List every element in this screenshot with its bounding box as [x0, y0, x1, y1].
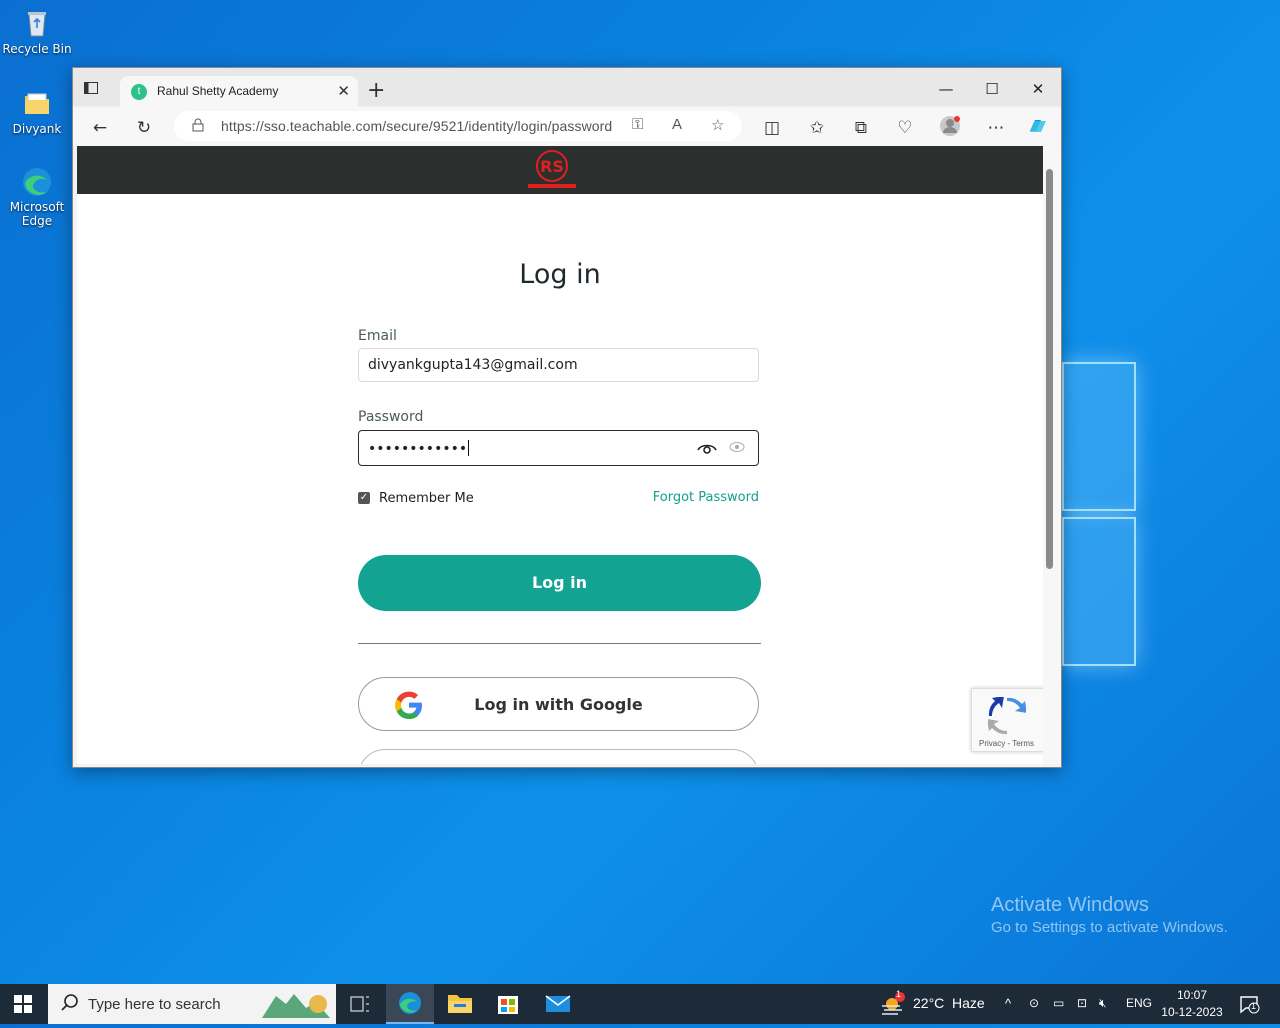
network-icon[interactable]: ⊡	[1077, 996, 1087, 1010]
taskbar-edge-icon[interactable]	[386, 984, 434, 1024]
maximize-icon[interactable]: ☐	[969, 74, 1015, 104]
browser-window: t Rahul Shetty Academy ✕ + — ☐ ✕ ← ↻ htt…	[72, 67, 1062, 768]
email-value: divyankgupta143@gmail.com	[368, 357, 578, 373]
tab-title: Rahul Shetty Academy	[157, 84, 279, 98]
forgot-password-link[interactable]: Forgot Password	[637, 490, 759, 505]
windows-wallpaper-logo	[1062, 362, 1136, 666]
mail-icon[interactable]	[534, 984, 582, 1024]
weather-condition[interactable]: Haze	[952, 995, 985, 1011]
recycle-bin-icon	[21, 8, 53, 40]
scrollbar-thumb[interactable]	[1046, 169, 1053, 569]
battery-icon[interactable]: ▭	[1053, 996, 1064, 1010]
password-value-wrap: ••••••••••••	[368, 440, 470, 457]
more-options-icon[interactable]: ⋯	[983, 115, 1009, 141]
desktop-icon-recycle-bin[interactable]: Recycle Bin	[2, 8, 72, 56]
page-viewport: RS Log in Email divyankgupta143@gmail.co…	[77, 146, 1043, 764]
address-bar[interactable]: https://sso.teachable.com/secure/9521/id…	[174, 111, 742, 141]
search-highlight-icon	[258, 988, 334, 1026]
password-field[interactable]: ••••••••••••	[358, 430, 759, 466]
browser-essentials-icon[interactable]: ♡	[892, 115, 918, 141]
close-window-icon[interactable]: ✕	[1015, 74, 1061, 104]
alternate-login-button[interactable]	[358, 749, 759, 764]
email-label: Email	[358, 328, 397, 344]
recaptcha-logo-icon	[987, 696, 1027, 737]
desktop-icon-divyank[interactable]: Divyank	[2, 88, 72, 136]
browser-tab-active[interactable]: t Rahul Shetty Academy ✕	[120, 76, 358, 108]
desktop-icon-label: Microsoft Edge	[9, 200, 65, 228]
password-manager-eye-icon[interactable]	[697, 439, 717, 461]
language-indicator[interactable]: ENG	[1126, 996, 1152, 1010]
google-login-button[interactable]: Log in with Google	[358, 677, 759, 731]
taskbar: Type here to search 1 22°C Haze ^ ⊙ ▭ ⊡ …	[0, 984, 1280, 1024]
browser-toolbar: ← ↻ https://sso.teachable.com/secure/952…	[73, 108, 1061, 146]
email-field[interactable]: divyankgupta143@gmail.com	[358, 348, 759, 382]
collections-icon[interactable]: ⧉	[848, 115, 874, 141]
search-placeholder: Type here to search	[88, 996, 221, 1013]
password-key-icon[interactable]: ⚿	[632, 116, 643, 133]
google-logo-icon	[393, 689, 425, 721]
desktop-icon-label: Recycle Bin	[2, 42, 72, 56]
notification-count: 1	[1251, 1001, 1257, 1011]
watermark-title: Activate Windows	[991, 894, 1149, 916]
recaptcha-privacy-link[interactable]: Privacy	[979, 739, 1005, 748]
site-header: RS	[77, 146, 1043, 194]
folder-icon	[21, 88, 53, 120]
rahul-shetty-logo[interactable]: RS	[526, 148, 578, 192]
page-title: Log in	[519, 259, 601, 290]
clock-date: 10-12-2023	[1161, 1005, 1223, 1019]
minimize-icon[interactable]: —	[923, 74, 969, 104]
login-button[interactable]: Log in	[358, 555, 761, 611]
refresh-icon[interactable]: ↻	[131, 115, 157, 141]
copilot-icon[interactable]	[1025, 115, 1051, 141]
teachable-favicon-icon: t	[131, 84, 147, 100]
remember-me-checkbox[interactable]: ✓	[358, 492, 370, 504]
taskbar-search-box[interactable]: Type here to search	[48, 984, 336, 1024]
favorites-icon[interactable]: ✩	[804, 115, 830, 141]
recaptcha-badge[interactable]: Privacy - Terms	[971, 688, 1043, 752]
weather-temp[interactable]: 22°C	[913, 995, 944, 1011]
weather-widget[interactable]: 1	[880, 989, 906, 1019]
password-label: Password	[358, 409, 424, 425]
back-icon[interactable]: ←	[87, 115, 113, 141]
google-login-label: Log in with Google	[474, 695, 643, 714]
desktop-icon-edge[interactable]: Microsoft Edge	[2, 166, 72, 228]
profile-avatar-icon[interactable]	[937, 115, 963, 141]
weather-badge: 1	[896, 989, 902, 999]
microsoft-store-icon[interactable]	[484, 984, 532, 1024]
close-tab-icon[interactable]: ✕	[337, 82, 350, 100]
split-screen-icon[interactable]: ◫	[759, 115, 785, 141]
password-value: ••••••••••••	[368, 441, 468, 457]
edge-icon	[21, 166, 53, 198]
lock-icon	[192, 118, 204, 132]
activate-windows-watermark: Activate Windows Go to Settings to activ…	[991, 894, 1228, 936]
clock-time: 10:07	[1176, 988, 1208, 1002]
recaptcha-terms-link[interactable]: Terms	[1012, 739, 1034, 748]
taskbar-clock[interactable]: 10:07 10-12-2023	[1150, 987, 1234, 1021]
recaptcha-links[interactable]: Privacy - Terms	[979, 739, 1034, 748]
meet-now-icon[interactable]: ⊙	[1029, 996, 1039, 1010]
browser-titlebar: t Rahul Shetty Academy ✕ + — ☐ ✕	[73, 68, 1061, 108]
svg-text:RS: RS	[540, 157, 564, 176]
text-caret	[468, 440, 470, 456]
file-explorer-icon[interactable]	[436, 984, 484, 1024]
windows-start-icon[interactable]	[14, 995, 32, 1013]
address-url: https://sso.teachable.com/secure/9521/id…	[221, 118, 613, 134]
task-view-icon[interactable]	[336, 984, 384, 1024]
new-tab-icon[interactable]: +	[367, 78, 385, 103]
notifications-icon[interactable]: 1	[1238, 993, 1260, 1018]
read-aloud-icon[interactable]: A	[672, 116, 682, 133]
remember-me-label: Remember Me	[379, 491, 474, 506]
divider	[358, 643, 761, 644]
tab-actions-icon[interactable]	[83, 80, 111, 104]
favorite-star-icon[interactable]: ☆	[711, 116, 724, 134]
show-hidden-icons-icon[interactable]: ^	[1005, 996, 1011, 1011]
watermark-subtitle: Go to Settings to activate Windows.	[991, 919, 1228, 936]
volume-muted-icon[interactable]: 🔇︎	[1099, 996, 1107, 1011]
weather-haze-icon	[880, 992, 906, 1019]
show-password-eye-icon[interactable]	[729, 441, 745, 457]
desktop-icon-label: Divyank	[12, 122, 62, 136]
search-icon	[60, 993, 80, 1013]
